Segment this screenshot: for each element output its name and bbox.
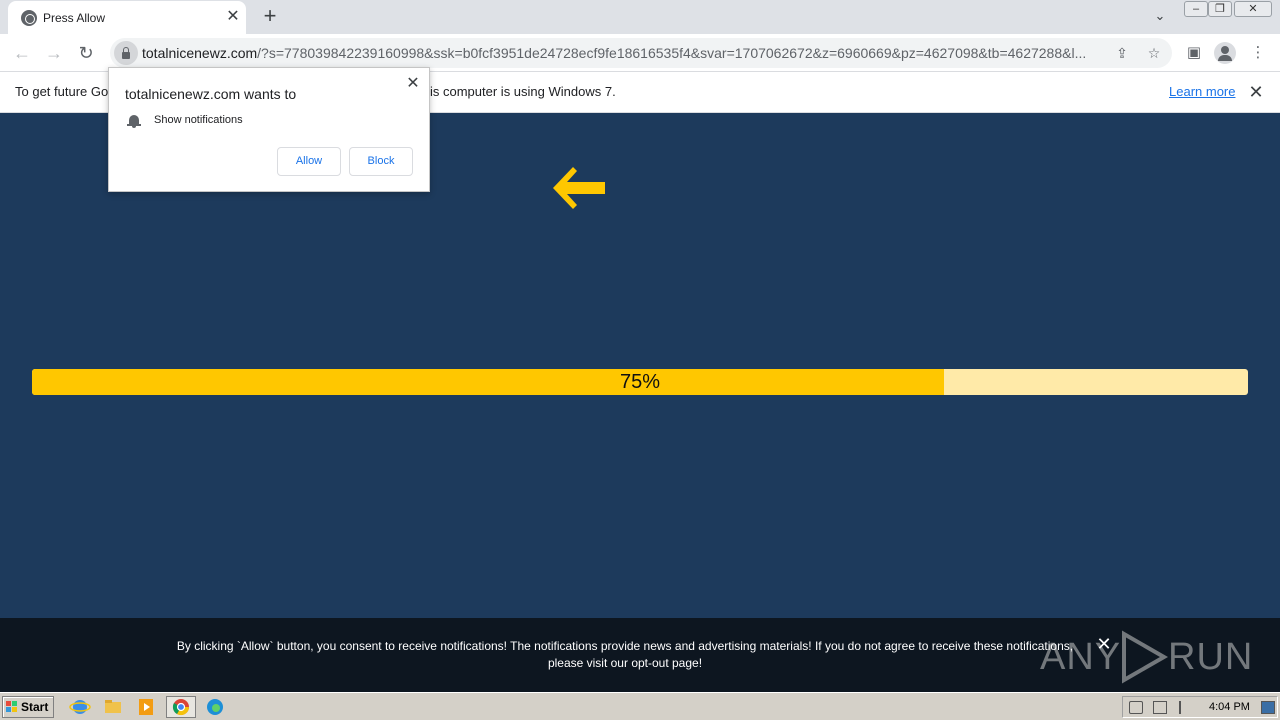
system-tray: 4:04 PM [1122,696,1278,718]
ie-icon[interactable] [68,696,92,718]
tab-close-icon[interactable]: ✕ [224,8,242,26]
window-close-button[interactable]: ✕ [1234,1,1272,17]
reload-icon[interactable]: ↻ [73,40,99,66]
volume-icon[interactable] [1129,701,1143,714]
allow-button[interactable]: Allow [277,147,341,176]
globe-icon [21,10,37,26]
back-icon[interactable]: ← [9,40,35,66]
consent-banner: ANY RUN By clicking `Allow` button, you … [0,618,1280,692]
opt-out-link[interactable]: opt-out page [631,656,698,670]
infobar-text-end: is computer is using Windows 7. [430,84,616,99]
url-host: totalnicenewz.com [142,45,258,61]
arrow-left-icon [553,167,605,209]
url-text[interactable]: totalnicenewz.com/?s=778039842239160998&… [142,45,1104,61]
tab-search-chevron-icon[interactable]: ⌄ [1150,8,1170,26]
watermark-run: RUN [1168,636,1254,678]
show-desktop-icon[interactable] [1261,701,1275,714]
bell-icon [127,114,141,128]
new-tab-button[interactable]: + [259,5,281,28]
permission-label: Show notifications [154,114,243,126]
chrome-icon[interactable] [166,696,196,718]
flag-icon[interactable] [1179,701,1193,714]
start-button[interactable]: Start [2,696,54,718]
share-icon[interactable]: ⇪ [1113,44,1131,62]
forward-icon[interactable]: → [41,40,67,66]
tab-title: Press Allow [43,11,106,25]
windows-taskbar: Start 4:04 PM [0,692,1280,720]
popup-title: totalnicenewz.com wants to [125,86,297,102]
minimize-button[interactable]: – [1184,1,1208,17]
popup-close-icon[interactable]: ✕ [403,74,423,94]
progress-bar: 75% [32,369,1248,395]
start-label: Start [21,700,49,714]
consent-line-1: By clicking `Allow` button, you consent … [176,639,1074,653]
star-icon[interactable]: ☆ [1145,44,1163,62]
consent-line-2: please visit our opt-out page! [150,655,1100,672]
explorer-icon[interactable] [101,696,125,718]
lock-icon[interactable] [114,41,138,65]
profile-icon[interactable] [1214,42,1236,64]
url-path: /?s=778039842239160998&ssk=b0fcf3951de24… [257,45,1087,61]
infobar-text-start: To get future Go [15,84,109,99]
more-icon[interactable]: ⋮ [1248,43,1268,63]
tab-press-allow[interactable]: Press Allow ✕ [8,1,246,34]
learn-more-link[interactable]: Learn more [1169,84,1235,99]
restore-button[interactable]: ❐ [1208,1,1232,17]
notification-permission-popup: totalnicenewz.com wants to ✕ Show notifi… [108,67,430,192]
consent-line-2-prefix: please visit our [547,656,632,670]
consent-text: By clicking `Allow` button, you consent … [150,638,1100,672]
windows-logo-icon [6,701,18,713]
address-bar[interactable]: totalnicenewz.com/?s=778039842239160998&… [110,38,1172,68]
clock: 4:04 PM [1209,701,1250,713]
sidepanel-icon[interactable]: ▣ [1184,43,1204,63]
network-icon[interactable] [1153,701,1167,714]
infobar-close-icon[interactable]: ✕ [1246,82,1266,102]
block-button[interactable]: Block [349,147,413,176]
consent-close-icon[interactable]: ✕ [1096,635,1112,653]
progress-text: 75% [619,371,661,393]
tab-strip: Press Allow ✕ + ⌄ – ❐ ✕ [0,0,1280,34]
edge-icon[interactable] [203,696,227,718]
consent-line-2-suffix: ! [698,656,703,670]
media-player-icon[interactable] [134,696,158,718]
play-logo-icon [1122,630,1169,684]
